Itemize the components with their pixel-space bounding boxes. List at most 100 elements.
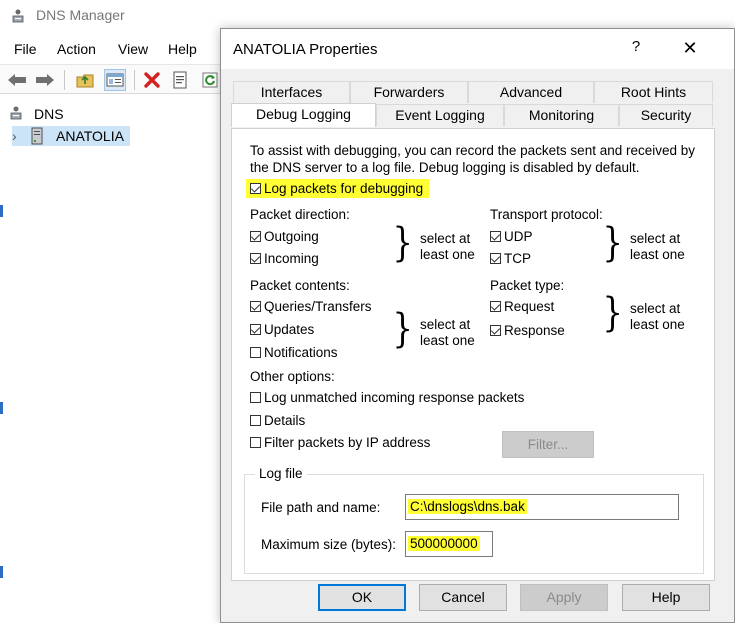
checkbox-checked-icon[interactable] (250, 324, 261, 335)
show-hide-tree-icon[interactable] (104, 69, 126, 91)
filter-by-ip-checkbox[interactable]: Filter packets by IP address (250, 435, 430, 450)
transport-note-line2: least one (630, 247, 685, 262)
tree-node-dns[interactable]: DNS (8, 104, 64, 124)
tree-node-anatolia-label: ANATOLIA (56, 128, 124, 144)
tab-monitoring[interactable]: Monitoring (504, 104, 619, 126)
dns-manager-icon (10, 8, 26, 24)
menu-action[interactable]: Action (57, 41, 96, 57)
tab-interfaces[interactable]: Interfaces (233, 81, 350, 103)
type-note-line2: least one (630, 317, 685, 332)
log-packets-checkbox[interactable]: Log packets for debugging (246, 179, 430, 198)
checkbox-checked-icon[interactable] (250, 183, 261, 194)
tcp-checkbox[interactable]: TCP (490, 251, 531, 266)
log-unmatched-label: Log unmatched incoming response packets (264, 390, 525, 405)
back-arrow-icon[interactable] (6, 69, 28, 91)
checkbox-unchecked-icon[interactable] (250, 392, 261, 403)
cancel-button[interactable]: Cancel (419, 584, 507, 611)
refresh-icon[interactable] (199, 69, 221, 91)
checkbox-unchecked-icon[interactable] (250, 347, 261, 358)
brace-icon: } (602, 290, 623, 336)
properties-dialog: ANATOLIA Properties ? ✕ Interfaces Forwa… (220, 28, 735, 623)
packet-direction-heading: Packet direction: (250, 207, 350, 222)
checkbox-unchecked-icon[interactable] (250, 415, 261, 426)
tab-root-hints[interactable]: Root Hints (594, 81, 713, 103)
file-path-input[interactable]: C:\dnslogs\dns.bak (405, 494, 679, 520)
direction-note-line2: least one (420, 247, 475, 262)
tree-node-anatolia[interactable]: › ANATOLIA (12, 126, 130, 146)
toolbar-separator (134, 70, 135, 90)
response-checkbox[interactable]: Response (490, 323, 565, 338)
request-checkbox[interactable]: Request (490, 299, 554, 314)
queries-transfers-checkbox[interactable]: Queries/Transfers (250, 299, 372, 314)
udp-checkbox[interactable]: UDP (490, 229, 533, 244)
contents-note-line2: least one (420, 333, 475, 348)
checkbox-checked-icon[interactable] (490, 301, 501, 312)
checkbox-checked-icon[interactable] (490, 231, 501, 242)
max-size-value[interactable]: 500000000 (408, 536, 480, 551)
notifications-label: Notifications (264, 345, 338, 360)
max-size-input[interactable]: 500000000 (405, 531, 493, 557)
tcp-label: TCP (504, 251, 531, 266)
dialog-titlebar[interactable]: ANATOLIA Properties ? ✕ (221, 29, 734, 69)
delete-icon[interactable] (141, 69, 163, 91)
updates-checkbox[interactable]: Updates (250, 322, 314, 337)
file-path-value[interactable]: C:\dnslogs\dns.bak (408, 499, 527, 514)
incoming-label: Incoming (264, 251, 319, 266)
transport-protocol-heading: Transport protocol: (490, 207, 603, 222)
help-question-button[interactable]: ? (624, 38, 648, 60)
ok-button[interactable]: OK (318, 584, 406, 611)
edge-marker (0, 205, 3, 217)
queries-transfers-label: Queries/Transfers (264, 299, 372, 314)
checkbox-unchecked-icon[interactable] (250, 437, 261, 448)
log-packets-label: Log packets for debugging (264, 181, 424, 196)
type-note-line1: select at (630, 301, 681, 316)
transport-note-line1: select at (630, 231, 681, 246)
log-unmatched-checkbox[interactable]: Log unmatched incoming response packets (250, 390, 524, 405)
details-checkbox[interactable]: Details (250, 413, 305, 428)
file-path-label: File path and name: (261, 500, 381, 515)
tab-debug-logging[interactable]: Debug Logging (231, 103, 376, 127)
brace-icon: } (602, 220, 623, 266)
menu-view[interactable]: View (118, 41, 148, 57)
toolbar-separator (64, 70, 65, 90)
mmc-title: DNS Manager (36, 7, 125, 23)
debug-logging-panel: To assist with debugging, you can record… (231, 128, 715, 581)
tab-event-logging[interactable]: Event Logging (376, 104, 504, 126)
tab-security[interactable]: Security (619, 104, 713, 126)
mmc-menubar: File Action View Help (0, 38, 230, 62)
dns-icon (8, 105, 26, 123)
mmc-toolbar (0, 64, 230, 94)
updates-label: Updates (264, 322, 315, 337)
checkbox-checked-icon[interactable] (250, 253, 261, 264)
log-file-legend: Log file (255, 466, 307, 481)
tab-forwarders[interactable]: Forwarders (350, 81, 468, 103)
filter-button[interactable]: Filter... (502, 431, 594, 458)
edge-marker (0, 402, 3, 414)
checkbox-checked-icon[interactable] (250, 231, 261, 242)
checkbox-checked-icon[interactable] (490, 253, 501, 264)
forward-arrow-icon[interactable] (34, 69, 56, 91)
expand-chevron-icon[interactable]: › (12, 128, 28, 144)
help-button[interactable]: Help (622, 584, 710, 611)
tab-advanced[interactable]: Advanced (468, 81, 594, 103)
menu-file[interactable]: File (14, 41, 37, 57)
outgoing-checkbox[interactable]: Outgoing (250, 229, 319, 244)
server-icon (30, 127, 46, 145)
up-folder-icon[interactable] (74, 69, 96, 91)
intro-text-line2: the DNS server to a log file. Debug logg… (250, 160, 640, 175)
filter-by-ip-label: Filter packets by IP address (264, 435, 431, 450)
close-button[interactable]: ✕ (676, 38, 704, 62)
max-size-label: Maximum size (bytes): (261, 537, 397, 552)
menu-help[interactable]: Help (168, 41, 197, 57)
packet-type-heading: Packet type: (490, 278, 565, 293)
checkbox-checked-icon[interactable] (250, 301, 261, 312)
notifications-checkbox[interactable]: Notifications (250, 345, 338, 360)
incoming-checkbox[interactable]: Incoming (250, 251, 319, 266)
checkbox-checked-icon[interactable] (490, 325, 501, 336)
properties-icon[interactable] (169, 69, 191, 91)
apply-button[interactable]: Apply (520, 584, 608, 611)
contents-note-line1: select at (420, 317, 471, 332)
request-label: Request (504, 299, 555, 314)
edge-marker (0, 566, 3, 578)
response-label: Response (504, 323, 565, 338)
